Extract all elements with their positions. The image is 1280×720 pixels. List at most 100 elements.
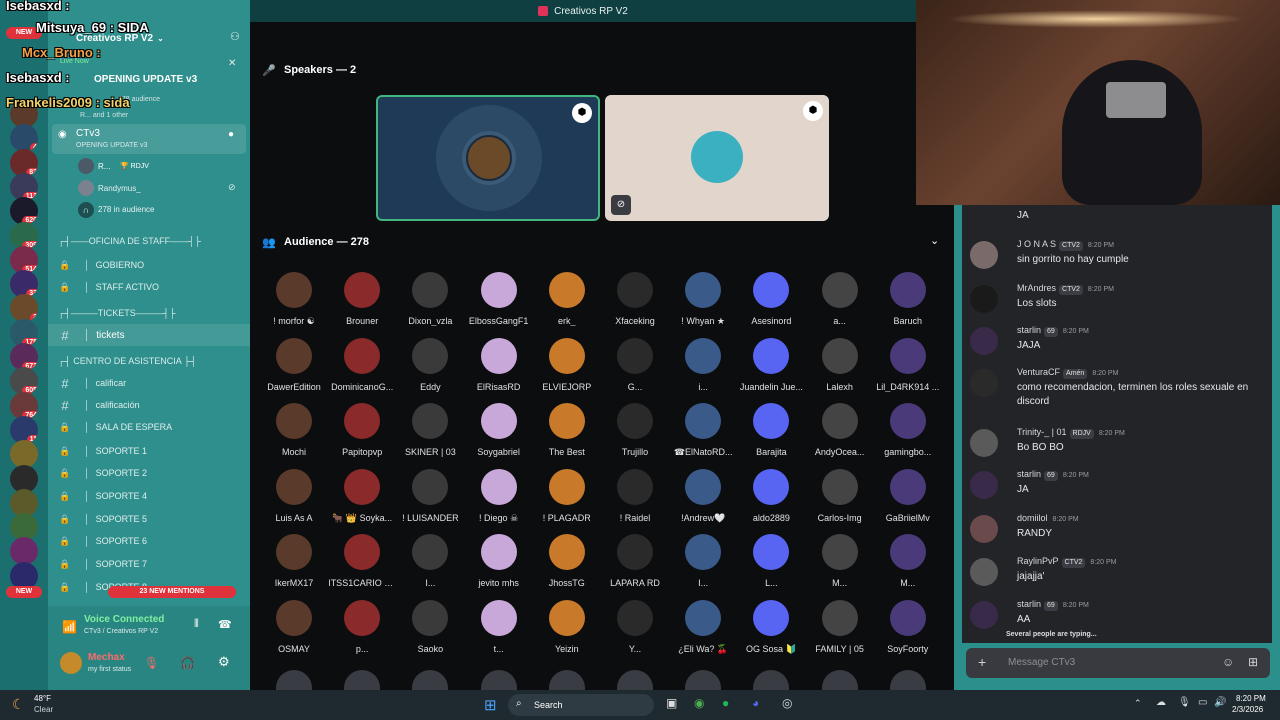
- message-author[interactable]: starlin: [1017, 325, 1041, 335]
- audience-member[interactable]: OG Sosa 🔰: [737, 599, 805, 655]
- audience-member[interactable]: !Andrew🤍: [669, 468, 737, 524]
- audience-avatar[interactable]: [548, 670, 585, 690]
- audience-member[interactable]: 🐂 👑 Soyka...: [328, 468, 396, 524]
- message-author[interactable]: RaylinPvP: [1017, 556, 1059, 566]
- audience-member[interactable]: t...: [465, 599, 533, 654]
- chat-message[interactable]: MrAndres CTV2 8:20 PM Los slots: [970, 283, 1270, 317]
- audience-member[interactable]: ! PLAGADR: [533, 468, 601, 523]
- channel-item[interactable]: 🔒 │ SOPORTE 7: [48, 553, 250, 575]
- speaker-tile[interactable]: ⬢: [376, 95, 600, 221]
- audience-member[interactable]: Xfaceking: [601, 272, 669, 326]
- audience-member[interactable]: Brouner: [328, 272, 396, 326]
- audience-member[interactable]: ! morfor ☯: [260, 272, 328, 327]
- audience-member[interactable]: SKINER | 03: [396, 403, 464, 457]
- chat-message[interactable]: domiilol 8:20 PM RANDY: [970, 513, 1270, 547]
- event-title[interactable]: OPENING UPDATE v3: [94, 74, 197, 85]
- channel-category[interactable]: ┌┤——OFICINA DE STAFF——┤├: [58, 236, 201, 246]
- audience-member[interactable]: M...: [806, 534, 874, 588]
- audience-avatar[interactable]: [617, 670, 653, 690]
- channel-item[interactable]: 🔒 │ SALA DE ESPERA: [48, 416, 250, 438]
- channel-item[interactable]: 🔒 │ GOBIERNO: [48, 254, 250, 276]
- audience-avatar[interactable]: [889, 670, 926, 690]
- audience-member[interactable]: ElRisasRD: [465, 337, 533, 392]
- stage-channel-row[interactable]: ◉ CTv3 OPENING UPDATE v3 ●: [52, 124, 246, 154]
- audience-member[interactable]: ¿Eli Wa? 🍒: [669, 599, 737, 655]
- audience-member[interactable]: jevito mhs: [465, 534, 533, 588]
- chat-message[interactable]: starlin 69 8:20 PM AA: [970, 599, 1270, 633]
- headset-icon[interactable]: 🎧: [180, 656, 195, 670]
- message-author[interactable]: starlin: [1017, 469, 1041, 479]
- audience-member[interactable]: Barajita: [737, 403, 805, 457]
- message-avatar[interactable]: [970, 515, 998, 543]
- chat-message[interactable]: J O N A S CTV2 8:20 PM sin gorrito no hay c…: [970, 239, 1270, 273]
- audience-avatar[interactable]: [412, 670, 449, 690]
- audience-count[interactable]: 278 in audience: [98, 205, 155, 214]
- message-avatar[interactable]: [970, 429, 998, 457]
- audience-member[interactable]: ELVIEJORP: [533, 337, 601, 392]
- audience-member[interactable]: JhossTG: [533, 534, 601, 588]
- audience-member[interactable]: Lil_D4RK914 ...: [874, 337, 942, 392]
- add-member-icon[interactable]: ⚇: [230, 30, 240, 43]
- message-avatar[interactable]: [970, 601, 998, 629]
- message-avatar[interactable]: [970, 327, 998, 355]
- channel-item[interactable]: 🔒 │ SOPORTE 1: [48, 440, 250, 462]
- mic-muted-icon[interactable]: 🎙: [144, 656, 159, 670]
- message-author[interactable]: MrAndres: [1017, 283, 1056, 293]
- windows-start-icon[interactable]: ⊞: [484, 696, 497, 714]
- message-input[interactable]: + Message CTv3 ☺ ⊞: [966, 648, 1270, 678]
- audience-member[interactable]: p...: [328, 599, 396, 654]
- message-author[interactable]: domiilol: [1017, 513, 1048, 523]
- server-icon[interactable]: [10, 440, 38, 469]
- server-icon[interactable]: 620: [10, 197, 38, 226]
- audience-member[interactable]: ElbossGangF1: [465, 272, 533, 326]
- audience-avatar[interactable]: [276, 670, 312, 690]
- channel-item[interactable]: 🔒 │ SOPORTE 4: [48, 485, 250, 507]
- audience-avatar[interactable]: [821, 670, 858, 690]
- channel-category[interactable]: ┌┤———TICKETS———┤├: [58, 308, 176, 318]
- audience-member[interactable]: Trujillo: [601, 403, 669, 457]
- audience-member[interactable]: OSMAY: [260, 599, 328, 654]
- channel-item[interactable]: # │ tickets: [48, 324, 250, 346]
- audience-member[interactable]: Papitopvp: [328, 403, 396, 457]
- speaker-name[interactable]: R...: [98, 162, 110, 171]
- network-icon[interactable]: ▭: [1198, 697, 1207, 708]
- chat-bubble-icon[interactable]: ●: [228, 129, 234, 140]
- clock-time[interactable]: 8:20 PM: [1236, 694, 1266, 703]
- audience-member[interactable]: DominicanoG...: [328, 337, 396, 392]
- audience-member[interactable]: aldo2889: [737, 468, 805, 523]
- audience-member[interactable]: ! LUISANDER: [396, 468, 464, 523]
- audience-member[interactable]: erk_: [533, 272, 601, 326]
- audience-member[interactable]: M...: [874, 534, 942, 588]
- chat-message[interactable]: VenturaCF Amén 8:20 PM como recomendacion, …: [970, 367, 1270, 421]
- disconnect-icon[interactable]: ☎: [218, 618, 232, 631]
- chevron-down-icon[interactable]: ⌄: [930, 234, 939, 247]
- audience-member[interactable]: ! Whyan ★: [669, 272, 737, 327]
- message-avatar[interactable]: [970, 558, 998, 586]
- audience-member[interactable]: Carlos-Img: [806, 468, 874, 523]
- audience-member[interactable]: GaBriielMv: [874, 468, 942, 523]
- audience-member[interactable]: ☎ElNatoRD...: [669, 403, 737, 458]
- channel-item[interactable]: 🔒 │ SOPORTE 5: [48, 508, 250, 530]
- message-author[interactable]: starlin: [1017, 599, 1041, 609]
- audience-member[interactable]: Y...: [601, 599, 669, 654]
- chat-message[interactable]: starlin 69 8:20 PM JA: [970, 469, 1270, 503]
- message-avatar[interactable]: [970, 471, 998, 499]
- audience-member[interactable]: SoyFoorty: [874, 599, 942, 654]
- message-author[interactable]: Trinity-_ | 01: [1017, 427, 1067, 437]
- gear-icon[interactable]: ⚙: [218, 654, 230, 670]
- discord-icon[interactable]: ◕: [752, 696, 759, 710]
- apps-icon[interactable]: ⊞: [1248, 655, 1258, 669]
- close-icon[interactable]: ✕: [228, 58, 236, 69]
- audience-member[interactable]: Eddy: [396, 337, 464, 392]
- audience-member[interactable]: a...: [806, 272, 874, 326]
- audience-member[interactable]: i...: [669, 337, 737, 392]
- volume-icon[interactable]: 🔊: [1214, 697, 1226, 708]
- weather-temp[interactable]: 48°F: [34, 694, 51, 703]
- channel-item[interactable]: 🔒 │ SOPORTE 6: [48, 530, 250, 552]
- emoji-icon[interactable]: ☺: [1222, 655, 1234, 669]
- new-mentions-pill[interactable]: 23 NEW MENTIONS: [108, 586, 236, 598]
- audience-member[interactable]: Mochi: [260, 403, 328, 457]
- audience-avatar[interactable]: [753, 670, 790, 690]
- channel-item[interactable]: 🔒 │ SOPORTE 2: [48, 462, 250, 484]
- channel-category[interactable]: ┌┤ CENTRO DE ASISTENCIA ├┤: [58, 356, 197, 366]
